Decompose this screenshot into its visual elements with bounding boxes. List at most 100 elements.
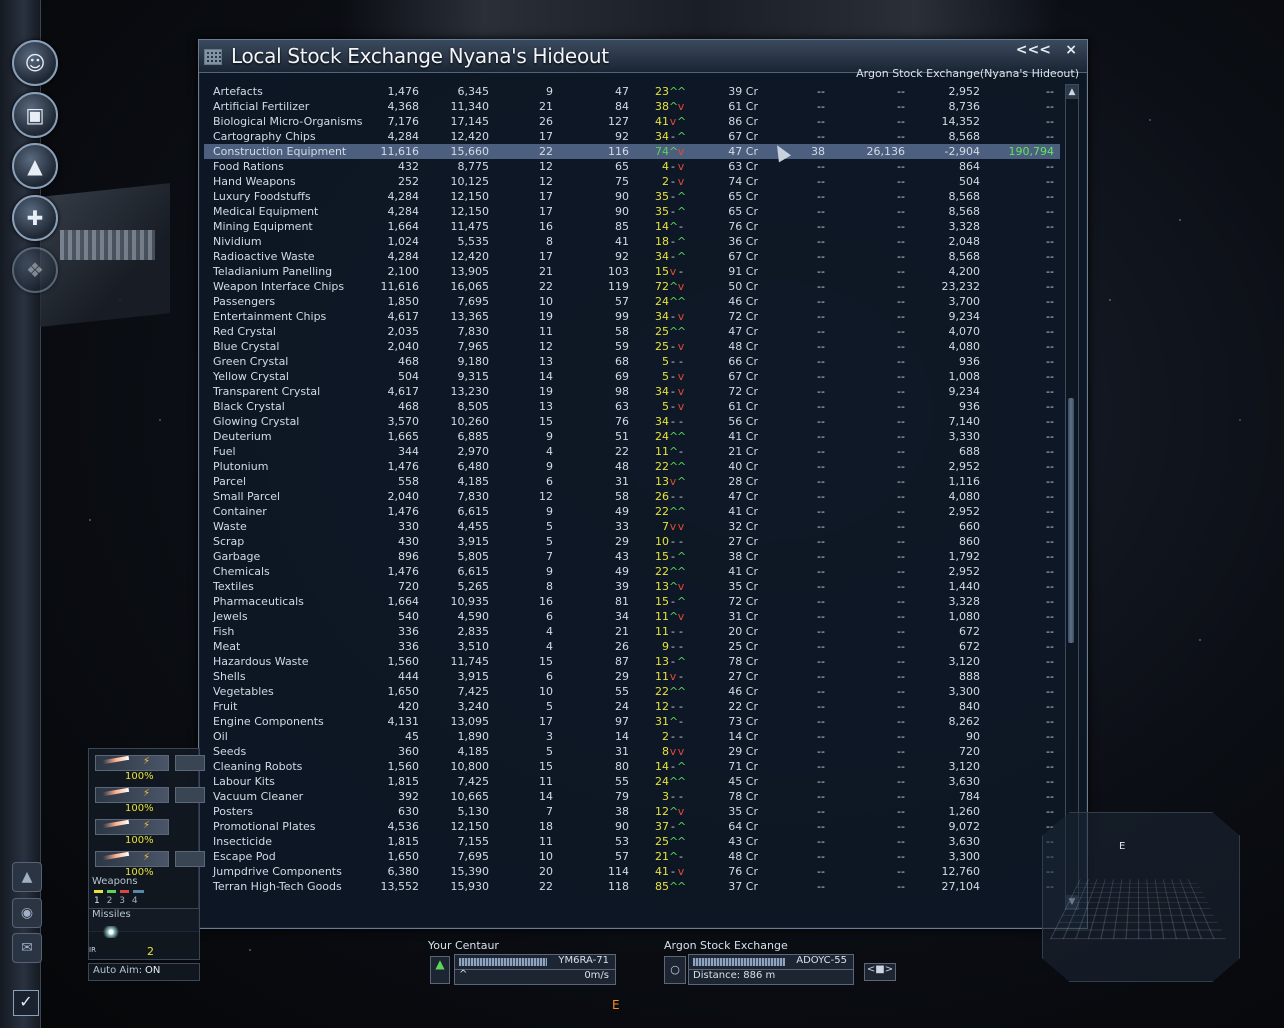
target-menu-icon[interactable]: ✚ <box>12 195 58 241</box>
scroll-thumb[interactable] <box>1068 398 1074 643</box>
table-row[interactable]: Waste 330 4,455 5 33 7vv 32 Cr -- -- 660 -- <box>204 519 1060 534</box>
table-row[interactable]: Teladianium Panelling 2,100 13,905 21 103 15v… <box>204 264 1060 279</box>
table-row[interactable]: Meat 336 3,510 4 26 9- -25 Cr -- -- 672 -- <box>204 639 1060 654</box>
amount-1: 336 <box>398 625 419 638</box>
table-row[interactable]: Oil 45 1,890 3 14 2- -14 Cr -- -- 90 -- <box>204 729 1060 744</box>
table-row[interactable]: Fuel 344 2,970 4 22 11^- 21 Cr -- -- 688 -- <box>204 444 1060 459</box>
table-row[interactable]: Cleaning Robots 1,560 10,800 15 80 14- ^ 71 Cr -… <box>204 759 1060 774</box>
table-row[interactable]: Cartography Chips 4,284 12,420 17 92 34- ^ 67 C… <box>204 129 1060 144</box>
amount-3: 21 <box>539 100 553 113</box>
table-row[interactable]: Scrap 430 3,915 5 29 10- -27 Cr -- -- 860 -- <box>204 534 1060 549</box>
amount-1: 4,284 <box>387 205 420 218</box>
table-row[interactable]: Labour Kits 1,815 7,425 11 55 24^^ 45 Cr -- -- 3,… <box>204 774 1060 789</box>
table-row[interactable]: Jewels 540 4,590 6 34 11^v 31 Cr -- -- 1,080 -- <box>204 609 1060 624</box>
weapon-slot[interactable]: ⚡ 100% <box>95 785 205 815</box>
table-row[interactable]: Shells 444 3,915 6 29 11v - 27 Cr -- -- 888 -- <box>204 669 1060 684</box>
price-trend: 35- ^ <box>651 189 711 204</box>
table-row[interactable]: Entertainment Chips 4,617 13,365 19 99 34- v 72… <box>204 309 1060 324</box>
table-row[interactable]: Fish 336 2,835 4 21 11- -20 Cr -- -- 672 -- <box>204 624 1060 639</box>
speed-bar-frame[interactable]: ^ 0m/s <box>454 969 616 985</box>
table-row[interactable]: Transparent Crystal 4,617 13,230 19 98 34- v 72… <box>204 384 1060 399</box>
weapon-slot[interactable]: ⚡ 100% <box>95 753 205 783</box>
table-row[interactable]: Fruit 420 3,240 5 24 12- -22 Cr -- -- 840 -- <box>204 699 1060 714</box>
target-cycle-icon[interactable]: <■> <box>864 963 896 981</box>
confirm-checkbox-icon[interactable]: ✓ <box>13 990 39 1016</box>
trend-flat-icon: - <box>679 670 683 683</box>
trend-flat-icon: - <box>679 790 683 803</box>
table-row[interactable]: Radioactive Waste 4,284 12,420 17 92 34- ^ 67 C… <box>204 249 1060 264</box>
table-row-selected[interactable]: Construction Equipment 11,616 15,660 22 116 7… <box>204 144 1060 159</box>
table-row[interactable]: Small Parcel 2,040 7,830 12 58 26- -47 Cr -- -- 4… <box>204 489 1060 504</box>
hud-up-icon[interactable]: ▲ <box>12 862 42 892</box>
trend-up-icon: ^ <box>669 685 679 698</box>
table-row[interactable]: Blue Crystal 2,040 7,965 12 59 25- v 48 Cr -- -- 4… <box>204 339 1060 354</box>
weapon-groups[interactable]: 1 2 3 4 <box>94 896 140 906</box>
table-row[interactable]: Black Crystal 468 8,505 13 63 5- v 61 Cr -- -- 936… <box>204 399 1060 414</box>
auto-aim-toggle[interactable]: Auto Aim: ON <box>88 963 200 981</box>
radar[interactable] <box>1042 812 1240 982</box>
weapon-slot[interactable]: ⚡ 100% <box>95 849 205 879</box>
target-icon[interactable]: ○ <box>664 956 686 984</box>
table-row[interactable]: Jumpdrive Components 6,380 15,390 20 114 41- v… <box>204 864 1060 879</box>
weapon-group[interactable]: 1 <box>94 896 102 906</box>
weapon-group[interactable]: 2 <box>107 896 115 906</box>
table-row[interactable]: Plutonium 1,476 6,480 9 48 22^^ 40 Cr -- -- 2,952… <box>204 459 1060 474</box>
amount-4: 57 <box>615 295 629 308</box>
table-row[interactable]: Yellow Crystal 504 9,315 14 69 5- v 67 Cr -- -- 1,… <box>204 369 1060 384</box>
trend-flat-icon: - <box>671 625 675 638</box>
ware-name: Terran High-Tech Goods <box>213 880 342 893</box>
camera-menu-icon[interactable]: ▣ <box>12 92 58 138</box>
ship-status-icon[interactable]: ▲ <box>430 956 450 984</box>
speed-up-icon[interactable]: ^ <box>459 969 467 980</box>
detail-2: -- <box>897 460 905 473</box>
detail-2: -- <box>897 355 905 368</box>
table-row[interactable]: Terran High-Tech Goods 13,552 15,930 22 118 8… <box>204 879 1060 894</box>
table-row[interactable]: Textiles 720 5,265 8 39 13^v 35 Cr -- -- 1,440 -- <box>204 579 1060 594</box>
table-row[interactable]: Mining Equipment 1,664 11,475 16 85 14^- 76 Cr… <box>204 219 1060 234</box>
comms-icon[interactable]: ◉ <box>12 898 42 928</box>
table-row[interactable]: Vegetables 1,650 7,425 10 55 22^^ 46 Cr -- -- 3,3… <box>204 684 1060 699</box>
table-row[interactable]: Hazardous Waste 1,560 11,745 15 87 13- ^ 78 Cr -… <box>204 654 1060 669</box>
table-row[interactable]: Engine Components 4,131 13,095 17 97 31^- 73 C… <box>204 714 1060 729</box>
pilot-menu-icon[interactable]: ☺ <box>12 40 58 86</box>
table-row[interactable]: Container 1,476 6,615 9 49 22^^ 41 Cr -- -- 2,952… <box>204 504 1060 519</box>
table-row[interactable]: Garbage 896 5,805 7 43 15- ^ 38 Cr -- -- 1,792 -- <box>204 549 1060 564</box>
table-row[interactable]: Deuterium 1,665 6,885 9 51 24^^ 41 Cr -- -- 3,330… <box>204 429 1060 444</box>
table-row[interactable]: Promotional Plates 4,536 12,150 18 90 37- ^ 64 … <box>204 819 1060 834</box>
close-button[interactable]: × <box>1065 42 1077 58</box>
trend-up-icon: ^ <box>669 145 679 158</box>
table-row[interactable]: Medical Equipment 4,284 12,150 17 90 35- ^ 65 C… <box>204 204 1060 219</box>
table-row[interactable]: Passengers 1,850 7,695 10 57 24^^ 46 Cr -- -- 3,7… <box>204 294 1060 309</box>
table-row[interactable]: Insecticide 1,815 7,155 11 53 25^^ 43 Cr -- -- 3,… <box>204 834 1060 849</box>
weapon-group[interactable]: 4 <box>132 896 140 906</box>
table-row[interactable]: Posters 630 5,130 7 38 12^v 35 Cr -- -- 1,260 -- <box>204 804 1060 819</box>
table-row[interactable]: Parcel 558 4,185 6 31 13v^ 28 Cr -- -- 1,116 -- <box>204 474 1060 489</box>
weapon-slot[interactable]: ⚡ 100% <box>95 817 173 847</box>
table-row[interactable]: Hand Weapons 252 10,125 12 75 2- v 74 Cr -- -- 504… <box>204 174 1060 189</box>
table-row[interactable]: Artificial Fertilizer 4,368 11,340 21 84 38^v… <box>204 99 1060 114</box>
table-row[interactable]: Biological Micro-Organisms 7,176 17,145 26 1… <box>204 114 1060 129</box>
table-row[interactable]: Luxury Foodstuffs 4,284 12,150 17 90 35- ^ 65 C… <box>204 189 1060 204</box>
table-row[interactable]: Red Crystal 2,035 7,830 11 58 25^^ 47 Cr -- -- 4,… <box>204 324 1060 339</box>
detail-4: -- <box>1046 670 1054 683</box>
price-trend: 18- ^ <box>651 234 711 249</box>
detail-4: -- <box>1046 130 1054 143</box>
table-row[interactable]: Seeds 360 4,185 5 31 8vv 29 Cr -- -- 720 -- <box>204 744 1060 759</box>
table-row[interactable]: Nividium 1,024 5,535 8 41 18- ^ 36 Cr -- -- 2,048 -… <box>204 234 1060 249</box>
table-row[interactable]: Escape Pod 1,650 7,695 10 57 21^- 48 Cr -- -- 3,3… <box>204 849 1060 864</box>
scroll-up-icon[interactable]: ▲ <box>1066 85 1078 99</box>
table-row[interactable]: Pharmaceuticals 1,664 10,935 16 81 15- ^ 72 Cr -… <box>204 594 1060 609</box>
table-row[interactable]: Food Rations 432 8,775 12 65 4- v 63 Cr -- -- 864 -… <box>204 159 1060 174</box>
weapon-group[interactable]: 3 <box>119 896 127 906</box>
ship-menu-icon[interactable]: ❖ <box>12 247 58 293</box>
table-row[interactable]: Vacuum Cleaner 392 10,665 14 79 3- -78 Cr -- -- 7… <box>204 789 1060 804</box>
table-row[interactable]: Artefacts 1,476 6,345 9 47 23^^ 39 Cr -- -- 2,952… <box>204 84 1060 99</box>
scrollbar[interactable]: ▲ ▼ <box>1065 84 1079 910</box>
navigation-menu-icon[interactable]: ▲ <box>12 143 58 189</box>
table-row[interactable]: Green Crystal 468 9,180 13 68 5- -66 Cr -- -- 936… <box>204 354 1060 369</box>
table-row[interactable]: Chemicals 1,476 6,615 9 49 22^^ 41 Cr -- -- 2,952… <box>204 564 1060 579</box>
table-row[interactable]: Weapon Interface Chips 11,616 16,065 22 119 7… <box>204 279 1060 294</box>
table-row[interactable]: Glowing Crystal 3,570 10,260 15 76 34- -56 Cr -… <box>204 414 1060 429</box>
message-icon[interactable]: ✉ <box>12 933 42 963</box>
collapse-button[interactable]: <<< <box>1016 42 1051 58</box>
